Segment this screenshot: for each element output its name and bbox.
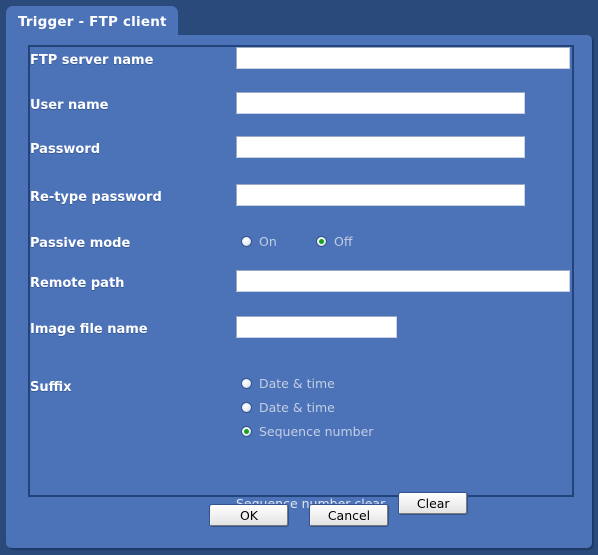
radio-dot-icon — [316, 235, 327, 247]
radio-suffix-date-time-2[interactable]: Date & time — [241, 400, 373, 415]
radio-label-suffix-1: Date & time — [259, 400, 335, 415]
radio-dot-icon — [241, 426, 252, 437]
label-passive-mode: Passive mode — [30, 235, 131, 251]
label-image-file-name: Image file name — [30, 321, 148, 337]
input-user-name[interactable] — [236, 92, 525, 114]
label-retype-password: Re-type password — [30, 189, 162, 205]
input-password[interactable] — [236, 136, 525, 158]
input-image-file-name[interactable] — [236, 316, 397, 338]
label-col: Password — [30, 138, 224, 157]
suffix-radio-group: Date & time Date & time Sequence number — [241, 376, 373, 439]
input-ftp-server-name[interactable] — [236, 47, 570, 69]
label-col: Re-type password — [30, 186, 224, 205]
label-password: Password — [30, 141, 101, 157]
radio-dot-icon — [241, 378, 252, 389]
dialog-title: Trigger - FTP client — [18, 14, 167, 30]
cancel-button[interactable]: Cancel — [310, 505, 388, 526]
label-col: Passive mode — [30, 232, 224, 251]
dialog-title-tab: Trigger - FTP client — [6, 6, 178, 35]
radio-label-passive-off: Off — [334, 233, 353, 249]
label-col: User name — [30, 94, 224, 113]
radio-dot-icon — [241, 235, 252, 247]
radio-dot-icon — [241, 402, 252, 413]
dialog-panel: FTP server name User name Password Re-ty… — [6, 35, 592, 548]
radio-passive-mode-on[interactable]: On — [241, 234, 277, 249]
input-remote-path[interactable] — [236, 270, 570, 292]
label-col: Suffix — [30, 376, 224, 395]
label-ftp-server-name: FTP server name — [30, 52, 154, 68]
label-col: Image file name — [30, 318, 224, 337]
label-remote-path: Remote path — [30, 275, 125, 291]
radio-label-suffix-0: Date & time — [259, 376, 335, 391]
radio-passive-mode-off[interactable]: Off — [316, 234, 352, 249]
radio-suffix-sequence-number[interactable]: Sequence number — [241, 424, 373, 439]
input-retype-password[interactable] — [236, 184, 525, 206]
form-fieldset: FTP server name User name Password Re-ty… — [28, 45, 574, 514]
dialog-button-bar: OK Cancel — [6, 505, 592, 526]
label-user-name: User name — [30, 97, 109, 113]
radio-suffix-date-time-1[interactable]: Date & time — [241, 376, 373, 391]
ok-button[interactable]: OK — [210, 505, 288, 526]
label-suffix: Suffix — [30, 380, 72, 395]
label-col: FTP server name — [30, 49, 224, 68]
radio-label-suffix-2: Sequence number — [259, 424, 374, 439]
radio-label-passive-on: On — [259, 233, 277, 249]
label-col: Remote path — [30, 272, 224, 291]
